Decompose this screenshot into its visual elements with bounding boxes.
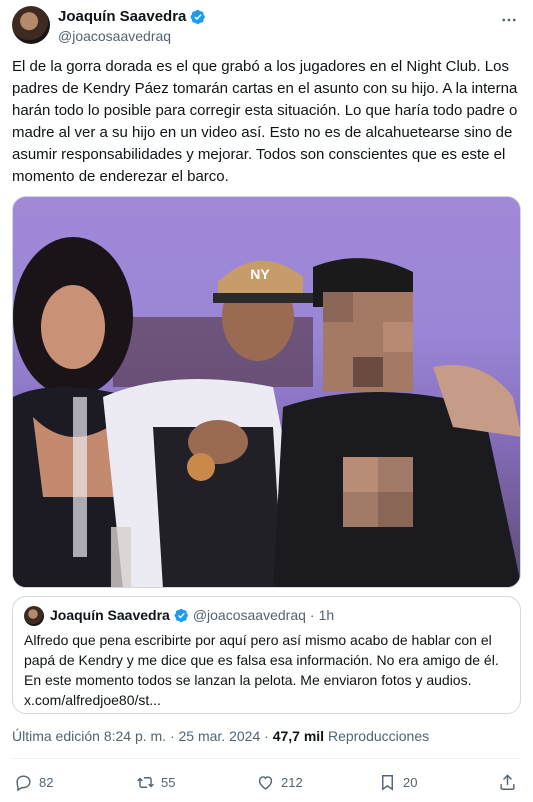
svg-text:NY: NY — [250, 266, 270, 282]
repost-count: 55 — [161, 774, 176, 790]
like-button[interactable]: 212 — [256, 770, 303, 794]
author-display-name[interactable]: Joaquín Saavedra — [58, 8, 186, 25]
more-icon[interactable] — [499, 10, 519, 30]
quoted-tweet-age[interactable]: 1h — [319, 607, 335, 623]
author-name-row: Joaquín Saavedra — [58, 8, 206, 25]
reply-count: 82 — [39, 774, 54, 790]
quoted-author-avatar[interactable] — [24, 606, 44, 626]
quoted-author-handle[interactable]: @joacosaavedraq — [193, 607, 306, 623]
author-avatar[interactable] — [12, 6, 50, 44]
views-count: 47,7 mil — [272, 728, 325, 744]
heart-icon — [258, 775, 273, 790]
share-icon — [500, 773, 515, 790]
reply-button[interactable]: 82 — [14, 770, 53, 794]
divider — [12, 758, 521, 759]
repost-icon — [137, 776, 154, 788]
author-handle[interactable]: @joacosaavedraq — [58, 28, 171, 44]
tweet-header: Joaquín Saavedra @joacosaavedraq — [12, 6, 521, 46]
reply-icon — [16, 774, 31, 791]
quoted-separator: · — [309, 607, 315, 623]
bookmark-button[interactable]: 20 — [378, 770, 417, 794]
tweet-text: El de la gorra dorada es el que grabó a … — [12, 58, 522, 185]
bookmark-count: 20 — [403, 774, 418, 790]
views-label: Reproducciones — [327, 728, 430, 744]
quoted-tweet-text: Alfredo que pena escribirte por aquí per… — [24, 632, 499, 708]
quoted-author-name[interactable]: Joaquín Saavedra — [50, 607, 170, 623]
share-button[interactable] — [498, 770, 523, 794]
verified-badge-icon — [190, 9, 206, 24]
tweet-meta-row: Última edición 8:24 p. m. · 25 mar. 2024… — [12, 728, 429, 744]
repost-button[interactable]: 55 — [136, 770, 175, 794]
action-bar: 82 55 212 20 — [12, 770, 521, 794]
verified-badge-icon — [174, 608, 188, 622]
photo-illustration: NY — [13, 197, 520, 587]
edited-timestamp[interactable]: Última edición 8:24 p. m. · 25 mar. 2024… — [12, 728, 269, 744]
tweet-photo[interactable]: NY — [12, 196, 521, 588]
like-count: 212 — [281, 774, 303, 790]
quoted-tweet-header: Joaquín Saavedra @joacosaavedraq · 1h — [50, 607, 334, 623]
quoted-tweet[interactable]: Joaquín Saavedra @joacosaavedraq · 1h Al… — [12, 596, 521, 714]
bookmark-icon — [382, 774, 393, 791]
